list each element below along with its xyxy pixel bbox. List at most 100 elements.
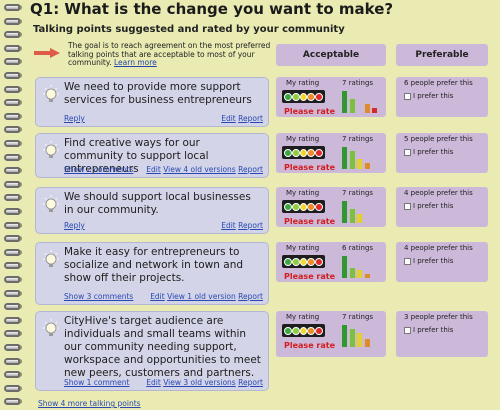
rating-option-dot[interactable] xyxy=(315,92,323,101)
reply-or-comments-link[interactable]: Show 1 comment xyxy=(64,378,129,387)
prefer-this-checkbox[interactable]: I prefer this xyxy=(404,148,453,156)
spiral-coil xyxy=(4,248,20,256)
rating-option-dot[interactable] xyxy=(315,148,323,157)
old-versions-link[interactable]: View 1 old version xyxy=(167,292,236,301)
rating-option-dot[interactable] xyxy=(291,326,300,335)
prefer-count: 4 people prefer this xyxy=(404,244,473,252)
ratings-histogram-bar xyxy=(342,146,347,169)
checkbox-box[interactable] xyxy=(404,257,411,265)
talking-point-card: Find creative ways for our community to … xyxy=(35,133,269,178)
old-versions-link[interactable]: View 4 old versions xyxy=(163,165,236,174)
rating-option-dot[interactable] xyxy=(299,148,308,157)
page-title: Q1: What is the change you want to make? xyxy=(30,0,394,18)
talking-point-card: We should support local businesses in ou… xyxy=(35,187,269,234)
spiral-coil xyxy=(4,112,20,120)
rating-option-dot[interactable] xyxy=(307,148,316,157)
rating-option-dot[interactable] xyxy=(307,326,316,335)
ratings-histogram-bar xyxy=(349,267,355,278)
prefer-this-checkbox[interactable]: I prefer this xyxy=(404,257,453,265)
rating-selector[interactable] xyxy=(282,200,325,213)
reply-or-comments-link[interactable]: Reply xyxy=(64,114,85,123)
rating-option-dot[interactable] xyxy=(284,148,292,157)
rating-option-dot[interactable] xyxy=(315,202,323,211)
lightbulb-icon xyxy=(43,250,59,267)
spiral-coil xyxy=(4,140,20,147)
rating-option-dot[interactable] xyxy=(315,326,323,335)
edit-link[interactable]: Edit xyxy=(221,221,236,230)
rating-selector[interactable] xyxy=(282,324,325,337)
rating-option-dot[interactable] xyxy=(307,202,316,211)
report-link[interactable]: Report xyxy=(238,221,263,230)
rating-option-dot[interactable] xyxy=(307,92,316,101)
learn-more-link[interactable]: Learn more xyxy=(114,58,157,67)
spiral-coil xyxy=(4,371,20,379)
spiral-coil xyxy=(4,31,20,39)
lightbulb-icon xyxy=(43,319,59,336)
rating-option-dot[interactable] xyxy=(307,257,316,266)
spiral-coil xyxy=(4,330,20,338)
rating-selector[interactable] xyxy=(282,255,325,268)
reply-or-comments-link[interactable]: Reply xyxy=(64,221,85,230)
reply-or-comments-link[interactable]: Show 3 comments xyxy=(64,292,133,301)
ratings-histogram-bar xyxy=(357,270,362,278)
talking-point-card: We need to provide more support services… xyxy=(35,77,269,127)
ratings-histogram-bar xyxy=(364,339,370,347)
prefer-this-label: I prefer this xyxy=(413,257,454,265)
checkbox-box[interactable] xyxy=(404,148,411,156)
my-rating-label: My rating xyxy=(286,79,320,87)
please-rate-label: Please rate xyxy=(284,217,335,226)
prefer-this-checkbox[interactable]: I prefer this xyxy=(404,326,453,334)
edit-link[interactable]: Edit xyxy=(146,165,161,174)
show-more-talking-points-link[interactable]: Show 4 more talking points xyxy=(38,399,141,408)
edit-link[interactable]: Edit xyxy=(150,292,165,301)
report-link[interactable]: Report xyxy=(238,114,263,123)
rating-option-dot[interactable] xyxy=(291,257,300,266)
preferable-panel: 6 people prefer this I prefer this xyxy=(396,77,488,117)
old-versions-link[interactable]: View 3 old versions xyxy=(163,378,236,387)
checkbox-box[interactable] xyxy=(404,326,411,334)
goal-text: The goal is to reach agreement on the mo… xyxy=(68,41,286,68)
ratings-histogram xyxy=(342,87,380,113)
please-rate-label: Please rate xyxy=(284,107,335,116)
rating-option-dot[interactable] xyxy=(299,202,308,211)
checkbox-box[interactable] xyxy=(404,92,411,100)
talking-point-actions: Edit View 4 old versions Report xyxy=(146,165,263,174)
prefer-this-checkbox[interactable]: I prefer this xyxy=(404,202,453,210)
ratings-histogram-bar xyxy=(364,103,370,113)
rating-option-dot[interactable] xyxy=(291,92,300,101)
spiral-coil xyxy=(4,99,20,107)
rating-option-dot[interactable] xyxy=(299,326,308,335)
spiral-coil xyxy=(4,221,20,229)
preferable-panel: 5 people prefer this I prefer this xyxy=(396,133,488,173)
lightbulb-icon xyxy=(43,85,59,102)
rating-selector[interactable] xyxy=(282,146,325,159)
report-link[interactable]: Report xyxy=(238,165,263,174)
rating-option-dot[interactable] xyxy=(284,202,292,211)
rating-option-dot[interactable] xyxy=(284,257,292,266)
prefer-count: 5 people prefer this xyxy=(404,135,473,143)
ratings-histogram-bar xyxy=(357,332,362,347)
reply-or-comments-link[interactable]: Show 2 comments xyxy=(64,165,133,174)
ratings-count: 7 ratings xyxy=(342,79,374,87)
report-link[interactable]: Report xyxy=(238,292,263,301)
rating-option-dot[interactable] xyxy=(299,257,308,266)
ratings-histogram-bar xyxy=(342,324,347,347)
spiral-coil xyxy=(4,384,20,392)
rating-option-dot[interactable] xyxy=(299,92,308,101)
preferable-panel: 4 people prefer this I prefer this xyxy=(396,187,488,227)
rating-selector[interactable] xyxy=(282,90,325,103)
rating-option-dot[interactable] xyxy=(284,326,292,335)
prefer-this-checkbox[interactable]: I prefer this xyxy=(404,92,453,100)
rating-option-dot[interactable] xyxy=(284,92,292,101)
checkbox-box[interactable] xyxy=(404,202,411,210)
talking-point-actions: Edit View 1 old version Report xyxy=(150,292,263,301)
rating-option-dot[interactable] xyxy=(291,148,300,157)
rating-option-dot[interactable] xyxy=(291,202,300,211)
edit-link[interactable]: Edit xyxy=(146,378,161,387)
rating-option-dot[interactable] xyxy=(315,257,323,266)
prefer-count: 6 people prefer this xyxy=(404,79,473,87)
report-link[interactable]: Report xyxy=(238,378,263,387)
ratings-histogram-bar xyxy=(364,274,370,278)
ratings-count: 6 ratings xyxy=(342,244,374,252)
edit-link[interactable]: Edit xyxy=(221,114,236,123)
